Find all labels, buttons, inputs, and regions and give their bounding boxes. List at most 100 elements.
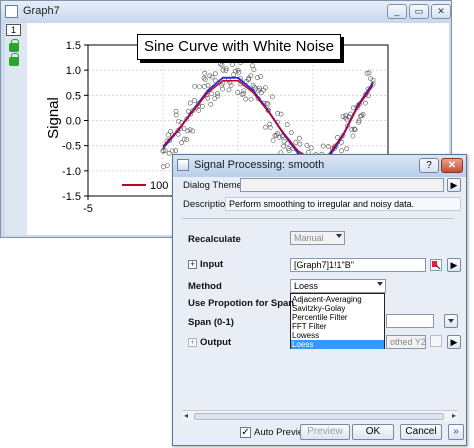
y-tick-label: 0.0 bbox=[66, 116, 81, 128]
scatter-point bbox=[220, 86, 226, 92]
scatter-point bbox=[192, 83, 198, 89]
input-arrow-button[interactable]: ▶ bbox=[447, 258, 461, 272]
scatter-point bbox=[192, 98, 197, 103]
scatter-point bbox=[308, 145, 314, 151]
dialog-title: Signal Processing: smooth bbox=[194, 159, 325, 171]
dialog-icon bbox=[177, 159, 189, 171]
method-value: Loess bbox=[294, 281, 319, 291]
scatter-point bbox=[196, 84, 202, 90]
scatter-point bbox=[209, 91, 214, 97]
method-option-selected[interactable]: Loess bbox=[291, 340, 384, 349]
scatter-point bbox=[265, 101, 271, 107]
scatter-point bbox=[325, 144, 331, 149]
method-option[interactable]: FFT Filter bbox=[291, 322, 384, 331]
scatter-point bbox=[270, 138, 276, 143]
scatter-point bbox=[293, 139, 299, 145]
method-label: Method bbox=[188, 281, 222, 292]
y-tick-label: 1.0 bbox=[66, 65, 81, 77]
scroll-right-icon[interactable]: ▸ bbox=[452, 411, 456, 421]
recalculate-dropdown[interactable]: Manual bbox=[290, 231, 345, 245]
scatter-point bbox=[350, 133, 356, 139]
scatter-point bbox=[297, 141, 303, 147]
method-option[interactable]: Percentile Filter bbox=[291, 313, 384, 322]
y-tick-label: 0.5 bbox=[66, 90, 81, 102]
scatter-point bbox=[344, 146, 350, 152]
input-label: Input bbox=[200, 259, 224, 270]
method-options-list[interactable]: Adjacent-Averaging Savitzky-Golay Percen… bbox=[290, 293, 385, 349]
scatter-point bbox=[335, 134, 340, 140]
chevron-down-icon bbox=[336, 234, 342, 238]
help-button[interactable]: ? bbox=[419, 158, 439, 173]
description-text: Perform smoothing to irregular and noisy… bbox=[225, 197, 461, 211]
x-tick-label: -5 bbox=[83, 203, 93, 215]
scatter-point bbox=[248, 96, 254, 102]
chart-title[interactable]: Sine Curve with White Noise bbox=[137, 34, 341, 60]
chevron-down-icon bbox=[448, 319, 454, 323]
method-option[interactable]: Savitzky-Golay bbox=[291, 304, 384, 313]
scatter-point bbox=[199, 104, 205, 109]
use-proportion-label: Use Propotion for Span bbox=[188, 298, 295, 309]
auto-preview-checkbox[interactable]: ✓ bbox=[240, 427, 251, 438]
scatter-point bbox=[164, 163, 170, 168]
scatter-point bbox=[190, 128, 196, 134]
scatter-point bbox=[296, 135, 302, 141]
y-tick-label: 1.5 bbox=[66, 40, 81, 52]
scatter-point bbox=[212, 96, 218, 101]
y-tick-label: -0.5 bbox=[62, 141, 81, 153]
method-dropdown[interactable]: Loess bbox=[290, 279, 386, 293]
scatter-point bbox=[215, 93, 221, 99]
output-arrow-button[interactable]: ▶ bbox=[447, 335, 461, 349]
scatter-point bbox=[213, 71, 218, 77]
scatter-point bbox=[339, 148, 344, 154]
scatter-point bbox=[208, 101, 214, 107]
ok-button[interactable]: OK bbox=[352, 424, 394, 440]
scatter-point bbox=[288, 130, 294, 136]
scatter-point bbox=[362, 100, 368, 106]
scatter-point bbox=[184, 137, 190, 142]
scatter-point bbox=[238, 60, 243, 65]
chevron-down-icon bbox=[377, 282, 383, 286]
scroll-thumb[interactable] bbox=[194, 413, 444, 420]
scatter-point bbox=[263, 124, 268, 130]
dialog-close-button[interactable]: ✕ bbox=[441, 158, 463, 173]
scatter-point bbox=[340, 114, 346, 119]
dialog-titlebar[interactable]: Signal Processing: smooth ? ✕ bbox=[173, 155, 466, 177]
method-option[interactable]: Adjacent-Averaging bbox=[291, 295, 384, 304]
separator bbox=[182, 218, 454, 219]
y-axis-label: Signal bbox=[45, 97, 62, 139]
description-label: Description bbox=[183, 199, 231, 210]
cancel-button[interactable]: Cancel bbox=[400, 424, 442, 440]
dialog-theme-field[interactable] bbox=[240, 178, 444, 192]
recalculate-value: Manual bbox=[294, 233, 324, 243]
scroll-left-icon[interactable]: ◂ bbox=[184, 411, 188, 421]
input-expand-icon[interactable]: + bbox=[188, 260, 197, 269]
method-option[interactable]: Lowess bbox=[291, 331, 384, 340]
output-label: Output bbox=[200, 337, 232, 348]
dialog-theme-label: Dialog Theme bbox=[183, 180, 242, 191]
output-field[interactable]: othed Y2") bbox=[386, 335, 426, 349]
scatter-point bbox=[251, 67, 257, 72]
span-spinner[interactable] bbox=[444, 314, 458, 328]
input-field[interactable]: [Graph7]1!1"B" bbox=[290, 258, 426, 272]
span-field[interactable] bbox=[386, 314, 434, 328]
scatter-point bbox=[226, 87, 232, 93]
recalculate-label: Recalculate bbox=[188, 234, 241, 245]
scatter-point bbox=[258, 90, 264, 96]
scatter-point bbox=[284, 122, 290, 128]
scatter-point bbox=[243, 96, 249, 102]
more-button[interactable]: » bbox=[448, 424, 464, 440]
scatter-point bbox=[187, 100, 193, 106]
output-expand-icon[interactable]: + bbox=[188, 338, 197, 347]
preview-button[interactable]: Preview bbox=[300, 424, 350, 440]
horizontal-scrollbar[interactable]: ◂ ▸ bbox=[182, 410, 458, 421]
range-select-icon[interactable] bbox=[430, 259, 442, 271]
span-label: Span (0-1) bbox=[188, 317, 234, 328]
theme-arrow-button[interactable]: ▶ bbox=[447, 178, 461, 192]
output-select-icon[interactable] bbox=[430, 335, 442, 347]
scatter-point bbox=[230, 62, 235, 67]
scatter-point bbox=[241, 88, 247, 94]
scatter-point bbox=[202, 70, 208, 76]
y-tick-label: -1.5 bbox=[62, 191, 81, 203]
scatter-point bbox=[196, 107, 202, 113]
y-tick-label: -1.0 bbox=[62, 166, 81, 178]
